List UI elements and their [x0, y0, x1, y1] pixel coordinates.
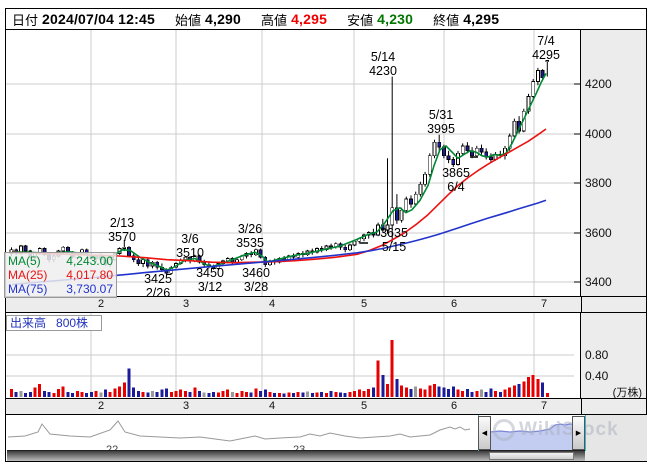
chart-annotation: 2/13 [110, 216, 134, 230]
price-axis-gutter [580, 30, 646, 296]
ma75-value: 3,730.07 [66, 282, 113, 296]
month-tick-label: 7 [534, 400, 554, 412]
price-tick-label: 3800 [585, 176, 612, 190]
navigator-right-button[interactable]: ▶ [572, 416, 585, 450]
price-tick-label: 4000 [585, 127, 612, 141]
chart-annotation: 3570 [108, 230, 136, 244]
chart-annotation: 3425 [144, 272, 172, 286]
ma75-label: MA(75) [8, 282, 47, 296]
chart-annotation: 3460 [242, 266, 270, 280]
chart-annotation: 3865 [442, 166, 470, 180]
ohlc-header: 日付 2024/07/04 12:45 始値 4,290 高値 4,295 安値… [5, 8, 647, 30]
month-tick-label: 4 [262, 400, 282, 412]
chart-annotation: 3995 [427, 122, 455, 136]
chart-annotation: 5/31 [429, 108, 453, 122]
chart-annotation: 4295 [532, 48, 560, 62]
low-label: 安値 [347, 10, 373, 29]
open-value: 4,290 [205, 11, 241, 27]
month-tick-label: 2 [91, 400, 111, 412]
month-tick-label: 4 [262, 298, 282, 310]
chart-annotation: 6/4 [447, 180, 464, 194]
low-value: 4,230 [377, 11, 413, 27]
high-label: 高値 [261, 10, 287, 29]
chart-annotation: 5/14 [371, 50, 395, 64]
ma25-label: MA(25) [8, 268, 47, 282]
month-tick-label: 2 [91, 298, 111, 310]
chart-annotation: 3635 [380, 226, 408, 240]
arrow-left-icon: ◀ [482, 429, 487, 437]
stock-chart-app: 日付 2024/07/04 12:45 始値 4,290 高値 4,295 安値… [0, 0, 653, 470]
price-tick-label: 3400 [585, 275, 612, 289]
chart-annotation: 5/15 [382, 240, 406, 254]
month-axis-volume: 2 3 4 5 6 7 [5, 398, 647, 415]
arrow-right-icon: ▶ [576, 429, 581, 437]
navigator-empty-area [585, 415, 647, 461]
navigator-scrollbar-track[interactable] [7, 450, 585, 461]
chart-annotation: 3/26 [238, 222, 262, 236]
date-value: 2024/07/04 12:45 [42, 11, 155, 27]
date-label: 日付 [12, 10, 38, 29]
volume-tick-label: 0.80 [585, 348, 608, 362]
chart-annotation: 7/4 [537, 34, 554, 48]
chart-annotation: 3/6 [181, 232, 198, 246]
axis-divider [581, 297, 582, 312]
ma25-value: 4,017.80 [66, 268, 113, 282]
high-value: 4,295 [291, 11, 327, 27]
month-tick-label: 6 [444, 298, 464, 310]
range-navigator: WikiStock ◀ ▶ 22234 [5, 414, 647, 462]
month-tick-label: 5 [354, 400, 374, 412]
chart-annotation: 2/26 [146, 286, 170, 296]
volume-tick-label: 0.40 [585, 369, 608, 383]
price-tick-label: 3600 [585, 226, 612, 240]
close-label: 終値 [433, 10, 459, 29]
chart-annotation: 3/12 [198, 280, 222, 294]
volume-value: 800株 [56, 316, 88, 330]
chart-annotation: 4230 [369, 64, 397, 78]
month-axis-price: 2 3 4 5 6 7 [5, 296, 647, 313]
volume-label: 出来高 [10, 316, 46, 330]
navigator-scrollbar-thumb[interactable] [489, 452, 574, 460]
ma5-value: 4,243.00 [66, 254, 113, 268]
month-tick-label: 6 [444, 400, 464, 412]
chart-annotation: 3/28 [244, 280, 268, 294]
price-tick-label: 4200 [585, 77, 612, 91]
selection-right-edge [585, 415, 586, 451]
chart-annotation: 3450 [196, 266, 224, 280]
chart-annotation: 3535 [236, 236, 264, 250]
open-label: 始値 [175, 10, 201, 29]
ma5-label: MA(5) [8, 254, 41, 268]
volume-legend: 出来高 800株 [6, 315, 102, 331]
chart-annotation: 3510 [176, 246, 204, 260]
close-value: 4,295 [463, 11, 499, 27]
month-tick-label: 3 [176, 400, 196, 412]
month-tick-label: 3 [176, 298, 196, 310]
month-tick-label: 7 [534, 298, 554, 310]
ma-legend: MA(5) 4,243.00 MA(25) 4,017.80 MA(75) 3,… [4, 252, 117, 298]
axis-divider [581, 399, 582, 414]
month-tick-label: 5 [354, 298, 374, 310]
navigator-left-button[interactable]: ◀ [478, 416, 491, 450]
